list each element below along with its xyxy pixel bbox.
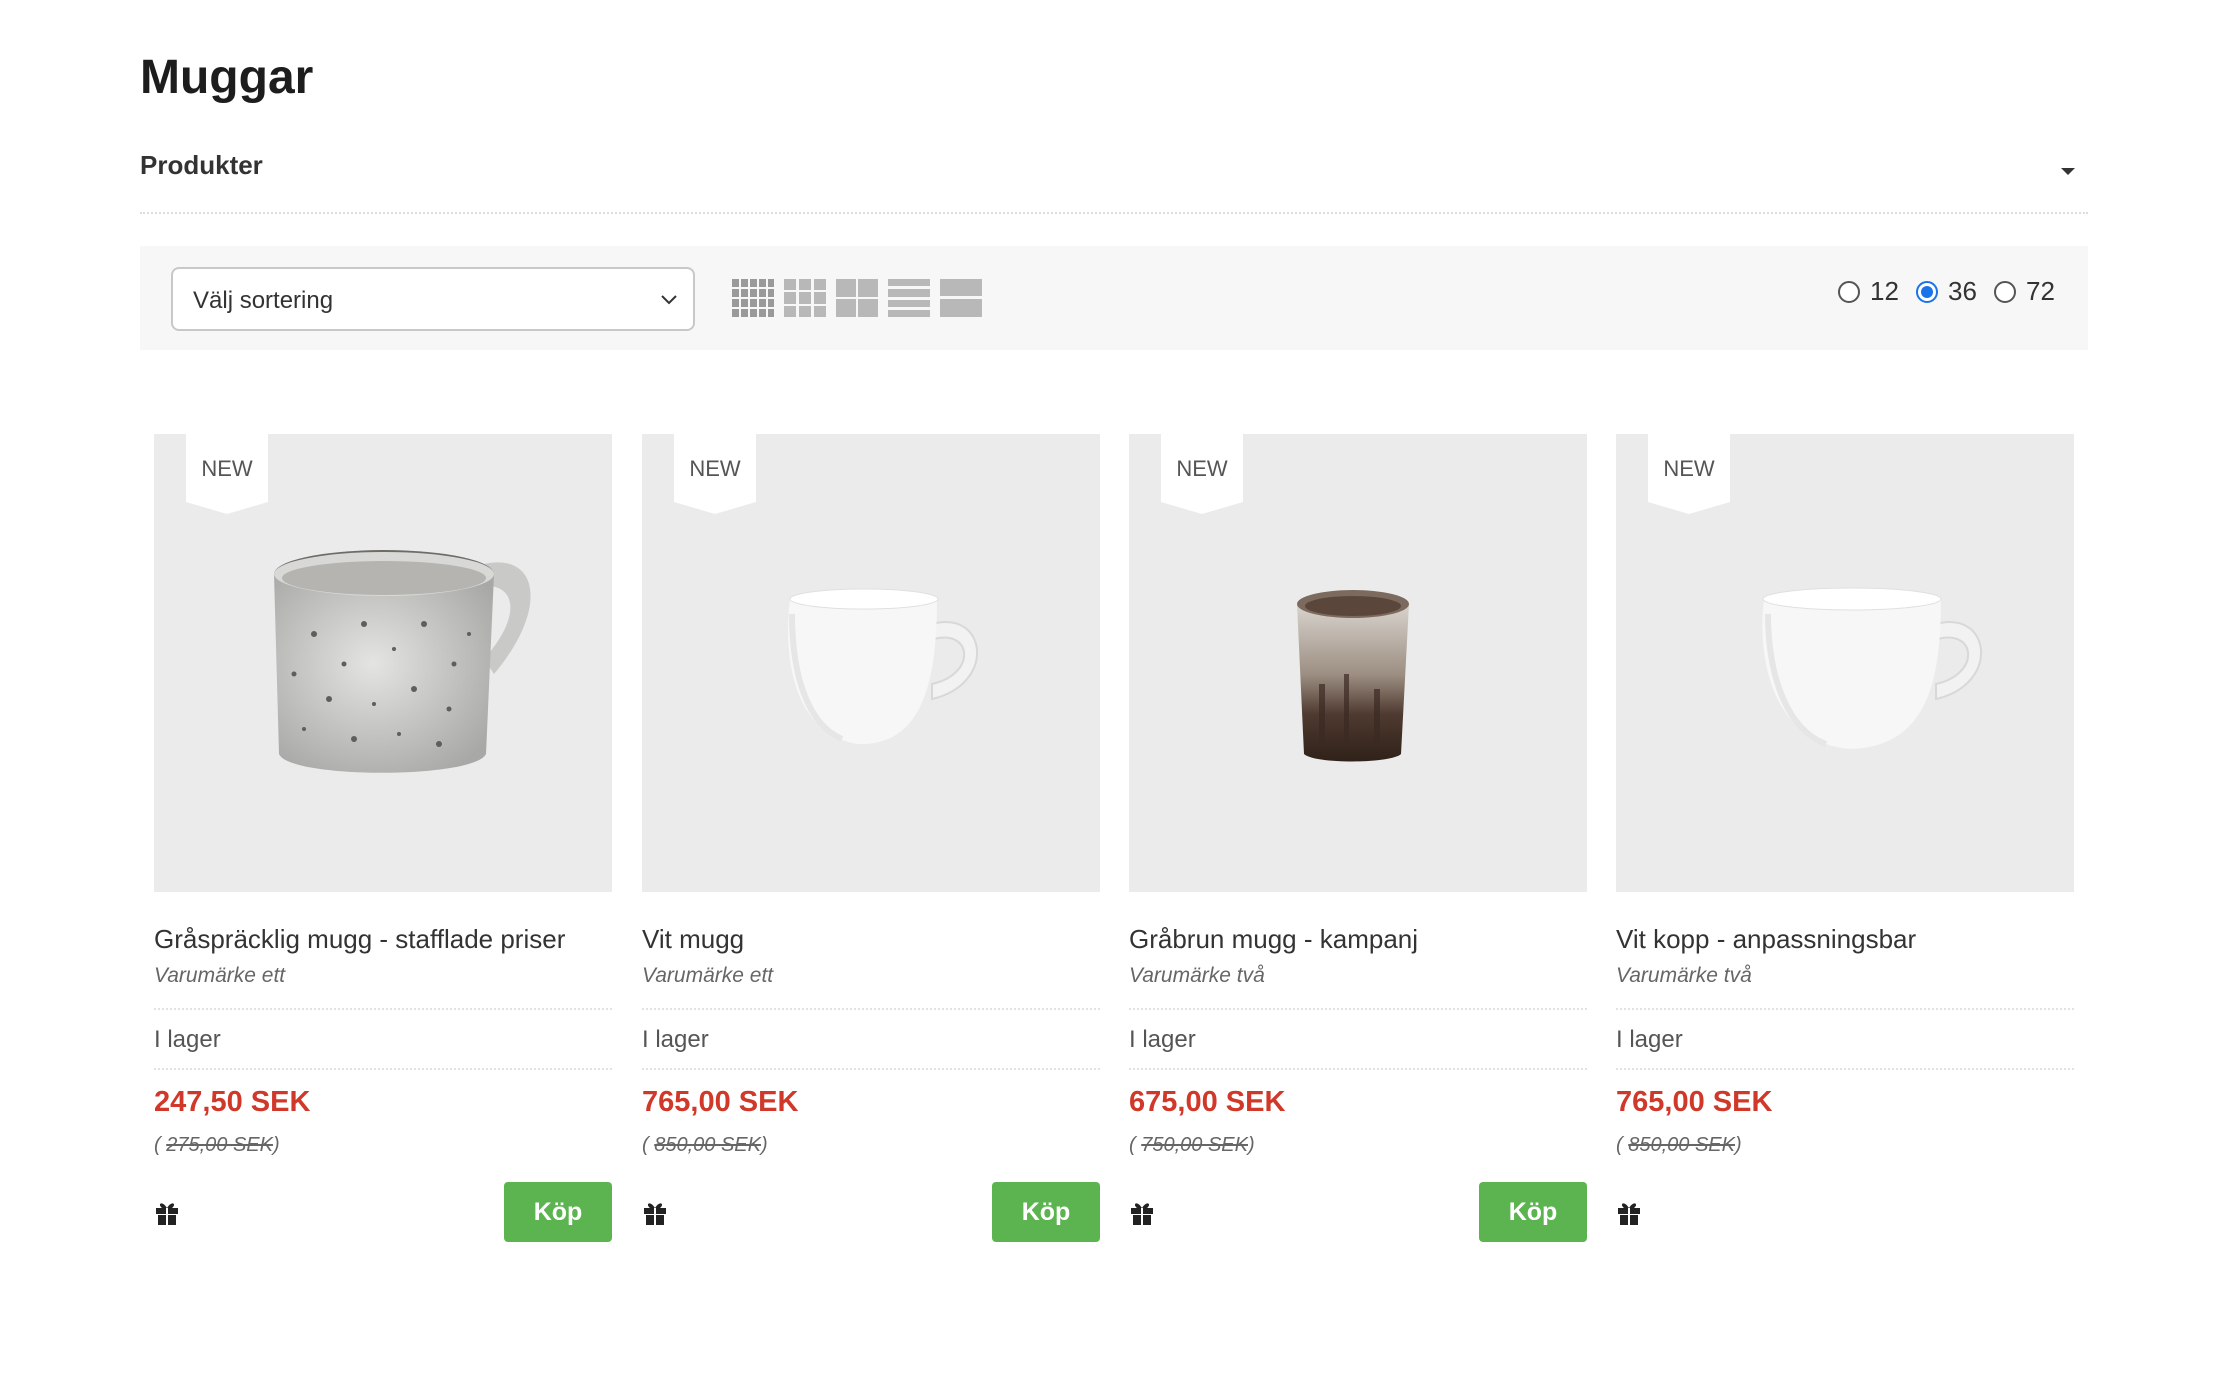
product-brand: Varumärke ett: [154, 964, 286, 987]
gift-icon[interactable]: [1129, 1200, 1155, 1226]
buy-button[interactable]: Köp: [1479, 1182, 1587, 1242]
old-price-value: 275,00 SEK: [166, 1134, 273, 1156]
grid-5-icon[interactable]: [732, 279, 774, 317]
new-badge-label: NEW: [1663, 456, 1715, 481]
divider: [154, 1008, 612, 1010]
old-price: ( 275,00 SEK): [154, 1134, 280, 1156]
product-name[interactable]: Gråspräcklig mugg - stafflade priser: [154, 924, 565, 955]
new-badge-label: NEW: [689, 456, 741, 481]
products-filter-label[interactable]: Produkter: [140, 150, 263, 181]
divider: [1616, 1068, 2074, 1070]
gift-icon[interactable]: [642, 1200, 668, 1226]
per-page-label: 12: [1870, 276, 1899, 306]
divider: [1129, 1068, 1587, 1070]
divider: [642, 1068, 1100, 1070]
chevron-down-icon: [661, 295, 677, 305]
caret-down-icon[interactable]: [2061, 168, 2075, 175]
product-name[interactable]: Gråbrun mugg - kampanj: [1129, 924, 1418, 955]
gift-icon[interactable]: [1616, 1200, 1642, 1226]
per-page-label: 72: [2026, 276, 2055, 306]
new-badge-label: NEW: [1176, 456, 1228, 481]
radio-12[interactable]: [1838, 280, 1860, 303]
sort-select-value: Välj sortering: [193, 287, 334, 314]
new-badge-label: NEW: [201, 456, 253, 481]
per-page-option-72[interactable]: 72: [1994, 276, 2055, 307]
product-toolbar: Välj sortering 12 36 72: [140, 246, 2088, 350]
product-price: 675,00 SEK: [1129, 1086, 1286, 1118]
new-badge: NEW: [186, 434, 268, 514]
grid-4-icon[interactable]: [784, 279, 826, 317]
page-title: Muggar: [140, 51, 314, 104]
stock-status: I lager: [154, 1026, 221, 1053]
old-price-value: 750,00 SEK: [1141, 1134, 1248, 1156]
per-page-label: 36: [1948, 276, 1977, 306]
product-name[interactable]: Vit mugg: [642, 924, 744, 955]
product-price: 247,50 SEK: [154, 1086, 311, 1118]
grid-3-icon[interactable]: [836, 279, 878, 317]
old-price: ( 850,00 SEK): [1616, 1134, 1742, 1156]
old-price: ( 750,00 SEK): [1129, 1134, 1255, 1156]
old-price-value: 850,00 SEK: [654, 1134, 761, 1156]
radio-36[interactable]: [1916, 280, 1938, 303]
new-badge: NEW: [1161, 434, 1243, 514]
divider: [1129, 1008, 1587, 1010]
stock-status: I lager: [1129, 1026, 1196, 1053]
divider: [154, 1068, 612, 1070]
divider: [642, 1008, 1100, 1010]
divider: [140, 212, 2088, 214]
product-price: 765,00 SEK: [1616, 1086, 1773, 1118]
new-badge: NEW: [674, 434, 756, 514]
per-page-option-12[interactable]: 12: [1838, 276, 1899, 307]
product-name[interactable]: Vit kopp - anpassningsbar: [1616, 924, 1916, 955]
per-page-option-36[interactable]: 36: [1916, 276, 1977, 307]
old-price: ( 850,00 SEK): [642, 1134, 768, 1156]
buy-button[interactable]: Köp: [992, 1182, 1100, 1242]
new-badge: NEW: [1648, 434, 1730, 514]
radio-72[interactable]: [1994, 280, 2016, 303]
product-brand: Varumärke två: [1129, 964, 1265, 987]
buy-button[interactable]: Köp: [504, 1182, 612, 1242]
list-large-icon[interactable]: [940, 279, 982, 317]
list-icon[interactable]: [888, 279, 930, 317]
old-price-value: 850,00 SEK: [1628, 1134, 1735, 1156]
sort-select[interactable]: Välj sortering: [171, 267, 695, 331]
divider: [1616, 1008, 2074, 1010]
product-price: 765,00 SEK: [642, 1086, 799, 1118]
product-brand: Varumärke ett: [642, 964, 774, 987]
gift-icon[interactable]: [154, 1200, 180, 1226]
product-brand: Varumärke två: [1616, 964, 1752, 987]
stock-status: I lager: [642, 1026, 709, 1053]
stock-status: I lager: [1616, 1026, 1683, 1053]
